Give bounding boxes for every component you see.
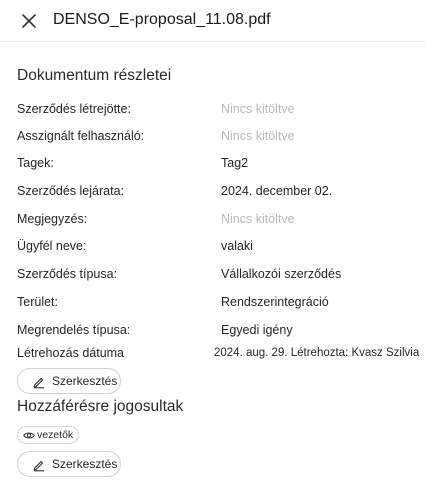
- detail-value: Rendszerintegráció: [221, 295, 329, 309]
- detail-value: Tag2: [221, 156, 249, 170]
- detail-row-client-name: Ügyfél neve: valaki: [0, 237, 425, 255]
- detail-row-tags: Tagek: Tag2: [0, 154, 425, 172]
- detail-label: Szerződés típusa:: [17, 267, 118, 281]
- detail-value: Vállalkozói szerződés: [221, 267, 342, 281]
- detail-row-order-type: Megrendelés típusa: Egyedi igény: [0, 321, 425, 339]
- detail-value: Egyedi igény: [221, 323, 293, 337]
- detail-label: Ügyfél neve:: [17, 239, 87, 253]
- detail-label: Szerződés lejárata:: [17, 184, 125, 198]
- detail-label: Megjegyzés:: [17, 212, 88, 226]
- access-section-title: Hozzáférésre jogosultak: [17, 398, 184, 415]
- detail-label: Megrendelés típusa:: [17, 323, 131, 337]
- detail-value: 2024. aug. 29. Létrehozta: Kvasz Szilvia: [214, 347, 420, 359]
- detail-label: Terület:: [17, 295, 58, 309]
- detail-row-created-date: Létrehozás dátuma 2024. aug. 29. Létreho…: [0, 344, 425, 362]
- edit-details-button[interactable]: Szerkesztés: [17, 368, 121, 394]
- role-chip: vezetők: [17, 426, 79, 444]
- pencil-icon: [33, 377, 44, 389]
- detail-label: Létrehozás dátuma: [17, 346, 125, 360]
- pencil-icon: [33, 460, 44, 472]
- close-icon: [22, 14, 36, 28]
- detail-label: Szerződés létrejötte:: [17, 102, 131, 116]
- detail-value: Nincs kitöltve: [221, 102, 295, 116]
- detail-value: Nincs kitöltve: [221, 129, 295, 143]
- detail-label: Tagek:: [17, 156, 54, 170]
- eye-icon: [23, 432, 35, 439]
- role-chip-label: vezetők: [37, 429, 74, 441]
- document-header: DENSO_E-proposal_11.08.pdf: [0, 0, 425, 42]
- detail-label: Asszignált felhasználó:: [17, 129, 145, 143]
- edit-button-label: Szerkesztés: [52, 374, 118, 388]
- detail-row-contract-created: Szerződés létrejötte: Nincs kitöltve: [0, 100, 425, 118]
- detail-value: Nincs kitöltve: [221, 212, 295, 226]
- document-title: DENSO_E-proposal_11.08.pdf: [53, 11, 271, 28]
- detail-row-contract-expiry: Szerződés lejárata: 2024. december 02.: [0, 182, 425, 200]
- edit-button-label: Szerkesztés: [52, 457, 118, 471]
- close-button[interactable]: [18, 10, 40, 32]
- detail-row-area: Terület: Rendszerintegráció: [0, 293, 425, 311]
- detail-value: valaki: [221, 239, 253, 253]
- detail-value: 2024. december 02.: [221, 184, 333, 198]
- detail-row-contract-type: Szerződés típusa: Vállalkozói szerződés: [0, 265, 425, 283]
- detail-row-note: Megjegyzés: Nincs kitöltve: [0, 210, 425, 228]
- detail-row-assigned-user: Asszignált felhasználó: Nincs kitöltve: [0, 127, 425, 145]
- details-section-title: Dokumentum részletei: [17, 67, 172, 84]
- edit-access-button[interactable]: Szerkesztés: [17, 451, 121, 477]
